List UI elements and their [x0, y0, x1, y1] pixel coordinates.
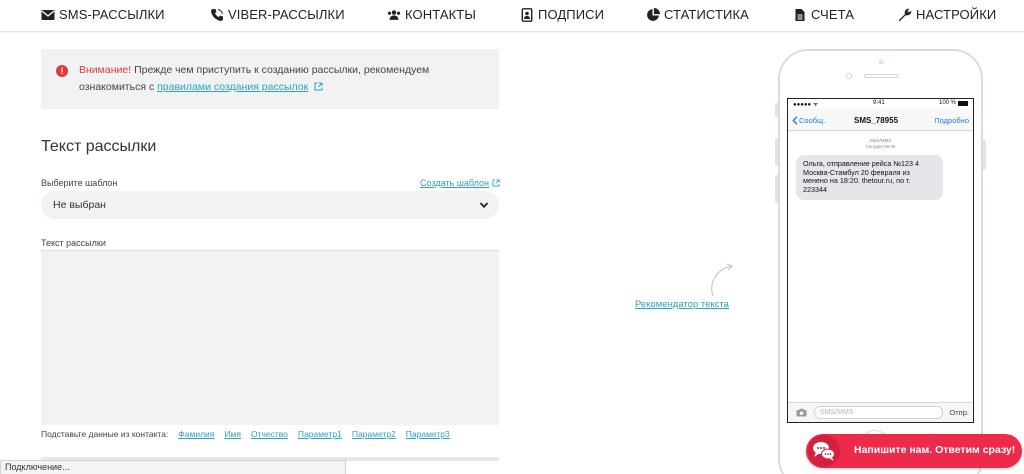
template-label: Выберите шаблон [41, 178, 118, 188]
id-card-icon [521, 7, 533, 22]
details-button[interactable]: Подробно [934, 116, 969, 125]
phone-screen: ●●●●● ᯤ 9:41 100 % Сообщ. SMS_78955 Подр… [787, 98, 974, 423]
nav-sms-label: SMS-РАССЫЛКИ [59, 7, 165, 22]
phone-camera [846, 73, 852, 79]
substitute-surname[interactable]: Фамилия [178, 429, 214, 439]
alert-line-1: Внимание! Прежде чем приступить к создан… [79, 64, 429, 76]
pie-chart-icon [647, 7, 660, 21]
create-template-label: Создать шаблон [420, 178, 490, 188]
chat-bubbles-icon [808, 435, 840, 467]
camera-icon[interactable] [796, 408, 807, 417]
browser-status-bar: Подключение... [0, 460, 346, 474]
nav-sms[interactable]: SMS-РАССЫЛКИ [41, 7, 165, 22]
substitute-param2[interactable]: Параметр2 [352, 429, 396, 439]
signal-icon: ●●●●● ᯤ [793, 102, 819, 108]
top-navigation: SMS-РАССЫЛКИ VIBER-РАССЫЛКИ КОНТАКТЫ ПОД… [0, 0, 1024, 32]
nav-invoices-label: СЧЕТА [811, 7, 854, 22]
nav-settings-label: НАСТРОЙКИ [916, 7, 997, 22]
nav-viber-label: VIBER-РАССЫЛКИ [228, 7, 345, 22]
phone-side-button [775, 138, 778, 166]
section-title: Текст рассылки [41, 138, 157, 155]
composer-placeholder: SMS/MMS [820, 409, 854, 416]
nav-contacts-label: КОНТАКТЫ [405, 7, 476, 22]
phone-icon [211, 8, 223, 21]
template-select-value: Не выбран [53, 199, 106, 211]
exclamation-icon: ! [56, 65, 68, 77]
users-icon [387, 9, 401, 20]
substitute-name[interactable]: Имя [224, 429, 241, 439]
nav-statistics[interactable]: СТАТИСТИКА [646, 7, 749, 22]
phone-sensor [879, 60, 883, 64]
chevron-left-icon [792, 116, 798, 125]
phone-side-button [775, 103, 778, 117]
phone-side-button [983, 140, 986, 170]
alert-line-2: ознакомиться с правилами создания рассыл… [79, 81, 323, 93]
phone-side-button [775, 175, 778, 203]
battery-icon [958, 100, 968, 106]
warning-alert: ! Внимание! Прежде чем приступить к созд… [41, 49, 499, 109]
chat-widget-text: Напишите нам. Ответим сразу! [854, 444, 1016, 456]
alert-text-1: Прежде чем приступить к созданию рассылк… [131, 64, 430, 76]
text-recommender-link[interactable]: Рекомендатор текста [635, 299, 729, 310]
substitute-label: Подставьте данные из контакта: [41, 429, 169, 439]
battery-status: 100 % [939, 100, 968, 106]
nav-statistics-label: СТАТИСТИКА [664, 7, 749, 22]
nav-invoices[interactable]: СЧЕТА [793, 7, 854, 22]
alert-text-2: ознакомиться с [79, 81, 158, 93]
chat-widget[interactable]: Напишите нам. Ответим сразу! [806, 434, 1022, 468]
curved-arrow-icon [711, 263, 733, 297]
nav-settings[interactable]: НАСТРОЙКИ [898, 7, 996, 22]
nav-contacts[interactable]: КОНТАКТЫ [387, 7, 476, 22]
envelope-icon [41, 9, 55, 20]
substitute-row: Подставьте данные из контакта: Фамилия И… [41, 429, 450, 439]
chevron-down-icon [479, 202, 489, 209]
composer-input[interactable]: SMS/MMS [814, 406, 943, 419]
message-textarea[interactable] [41, 250, 499, 425]
phone-status-bar: ●●●●● ᯤ 9:41 100 % [788, 99, 973, 108]
back-label: Сообщ. [799, 116, 826, 125]
substitute-patronymic[interactable]: Отчество [251, 429, 288, 439]
create-template-link[interactable]: Создать шаблон [420, 178, 500, 188]
alert-warning-word: Внимание! [79, 64, 132, 76]
status-time: 9:41 [873, 100, 885, 106]
nav-viber[interactable]: VIBER-РАССЫЛКИ [210, 7, 345, 22]
substitute-param3[interactable]: Параметр3 [406, 429, 450, 439]
document-icon [795, 8, 805, 21]
template-select[interactable]: Не выбран [41, 191, 499, 219]
nav-signatures-label: ПОДПИСИ [538, 7, 605, 22]
battery-percent: 100 % [938, 100, 956, 106]
conversation-header: Сообщ. SMS_78955 Подробно [788, 109, 973, 131]
text-label: Текст рассылки [41, 238, 106, 248]
meta-time: Сегодня 09:39 [865, 144, 896, 149]
send-button[interactable]: Отпр. [949, 408, 969, 417]
nav-signatures[interactable]: ПОДПИСИ [520, 7, 604, 22]
message-meta: SMS/MMS Сегодня 09:39 [788, 138, 973, 150]
message-bubble: Ольга, отправление рейса №123 4 Москва-С… [796, 155, 943, 200]
external-link-icon [492, 179, 500, 187]
substitute-param1[interactable]: Параметр1 [298, 429, 342, 439]
sender-name: SMS_78955 [854, 116, 899, 125]
rules-link[interactable]: правилами создания рассылок [157, 81, 308, 93]
message-composer: SMS/MMS Отпр. [788, 402, 973, 422]
phone-speaker [864, 74, 898, 78]
back-button[interactable]: Сообщ. [792, 116, 825, 125]
external-link-icon [314, 82, 323, 91]
wrench-icon [898, 8, 912, 21]
